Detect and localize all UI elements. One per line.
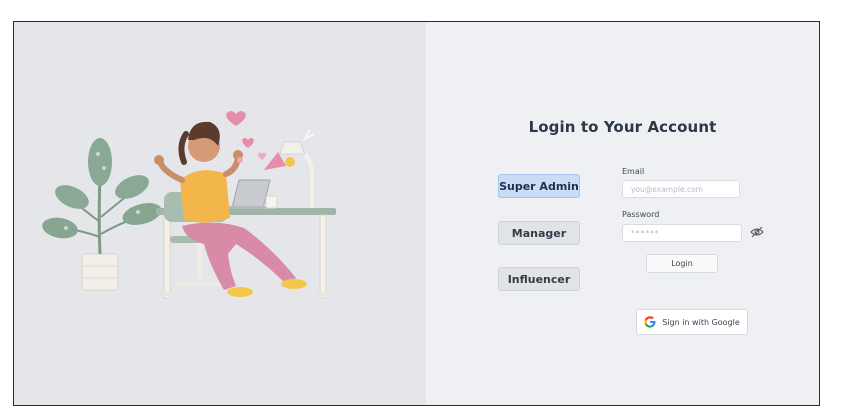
login-panel: Login to Your Account Super Admin Manage… [426,22,819,405]
eye-slash-icon[interactable] [750,226,764,238]
role-influencer-button[interactable]: Influencer [498,267,580,291]
role-super-admin-button[interactable]: Super Admin [498,174,580,198]
google-g-icon [644,316,656,328]
email-input[interactable]: you@example.com [622,180,740,198]
illustration-panel [14,22,426,405]
password-label: Password [622,210,660,219]
google-sign-in-button[interactable]: Sign in with Google [636,309,748,335]
page-frame: Login to Your Account Super Admin Manage… [13,21,820,406]
login-button[interactable]: Login [646,254,718,273]
role-manager-button[interactable]: Manager [498,221,580,245]
page-title: Login to Your Account [528,118,717,136]
password-input[interactable]: ****** [622,224,742,242]
google-button-label: Sign in with Google [662,317,740,327]
email-label: Email [622,167,645,176]
woman-at-desk-illustration [42,111,336,299]
